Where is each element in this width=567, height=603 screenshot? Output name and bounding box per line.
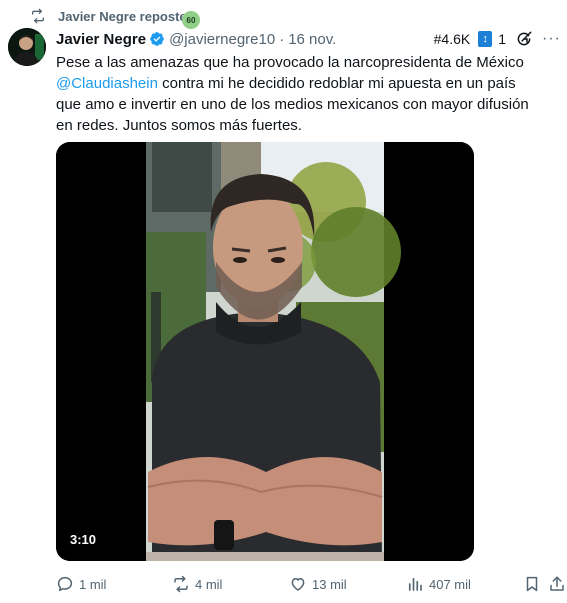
separator-dot: · bbox=[279, 30, 285, 48]
author-handle[interactable]: @javiernegre10 bbox=[169, 31, 275, 48]
share-button[interactable] bbox=[548, 572, 567, 596]
views-icon bbox=[408, 577, 422, 591]
grok-icon[interactable] bbox=[515, 30, 533, 48]
mention-link[interactable]: @Claudiashein bbox=[56, 75, 158, 92]
repost-icon bbox=[31, 8, 44, 24]
video-player[interactable]: 3:10 bbox=[56, 142, 474, 561]
bookmark-button[interactable] bbox=[523, 572, 546, 596]
avatar-image bbox=[8, 28, 46, 66]
header-tools: #4.6K ↕ 1 ··· bbox=[434, 30, 561, 48]
author-name[interactable]: Javier Negre bbox=[56, 31, 146, 48]
like-count: 13 mil bbox=[312, 576, 347, 592]
notification-badge: 60 bbox=[182, 11, 200, 29]
verified-icon bbox=[150, 32, 164, 46]
reply-icon bbox=[57, 576, 73, 592]
tweet-text: Pese a las amenazas que ha provocado la … bbox=[56, 52, 544, 136]
retweet-count: 4 mil bbox=[195, 576, 223, 592]
reply-count: 1 mil bbox=[79, 576, 107, 592]
video-duration: 3:10 bbox=[70, 532, 97, 547]
like-icon bbox=[291, 578, 305, 591]
extension-count: 1 bbox=[498, 31, 507, 47]
views-button[interactable]: 407 mil bbox=[406, 572, 471, 596]
sort-icon[interactable]: ↕ bbox=[478, 31, 493, 47]
repost-label: Javier Negre reposteó bbox=[58, 8, 195, 24]
more-options-icon[interactable]: ··· bbox=[542, 30, 561, 48]
retweet-icon bbox=[174, 575, 188, 593]
repost-indicator[interactable]: Javier Negre reposteó bbox=[30, 6, 195, 26]
share-icon bbox=[550, 576, 564, 591]
avatar[interactable] bbox=[8, 28, 46, 66]
rank-counter: #4.6K bbox=[433, 31, 471, 47]
action-bar: 1 mil 4 mil 13 mil 407 mil bbox=[56, 572, 567, 596]
views-count: 407 mil bbox=[429, 576, 471, 592]
video-thumbnail bbox=[56, 142, 474, 561]
post-date[interactable]: 16 nov. bbox=[288, 31, 336, 48]
bookmark-icon bbox=[526, 576, 538, 592]
retweet-button[interactable]: 4 mil bbox=[172, 572, 222, 596]
tweet-text-part1: Pese a las amenazas que ha provocado la … bbox=[56, 54, 524, 71]
tweet-header: Javier Negre @javiernegre10 · 16 nov. #4… bbox=[56, 28, 561, 50]
like-button[interactable]: 13 mil bbox=[289, 572, 347, 596]
reply-button[interactable]: 1 mil bbox=[56, 572, 106, 596]
